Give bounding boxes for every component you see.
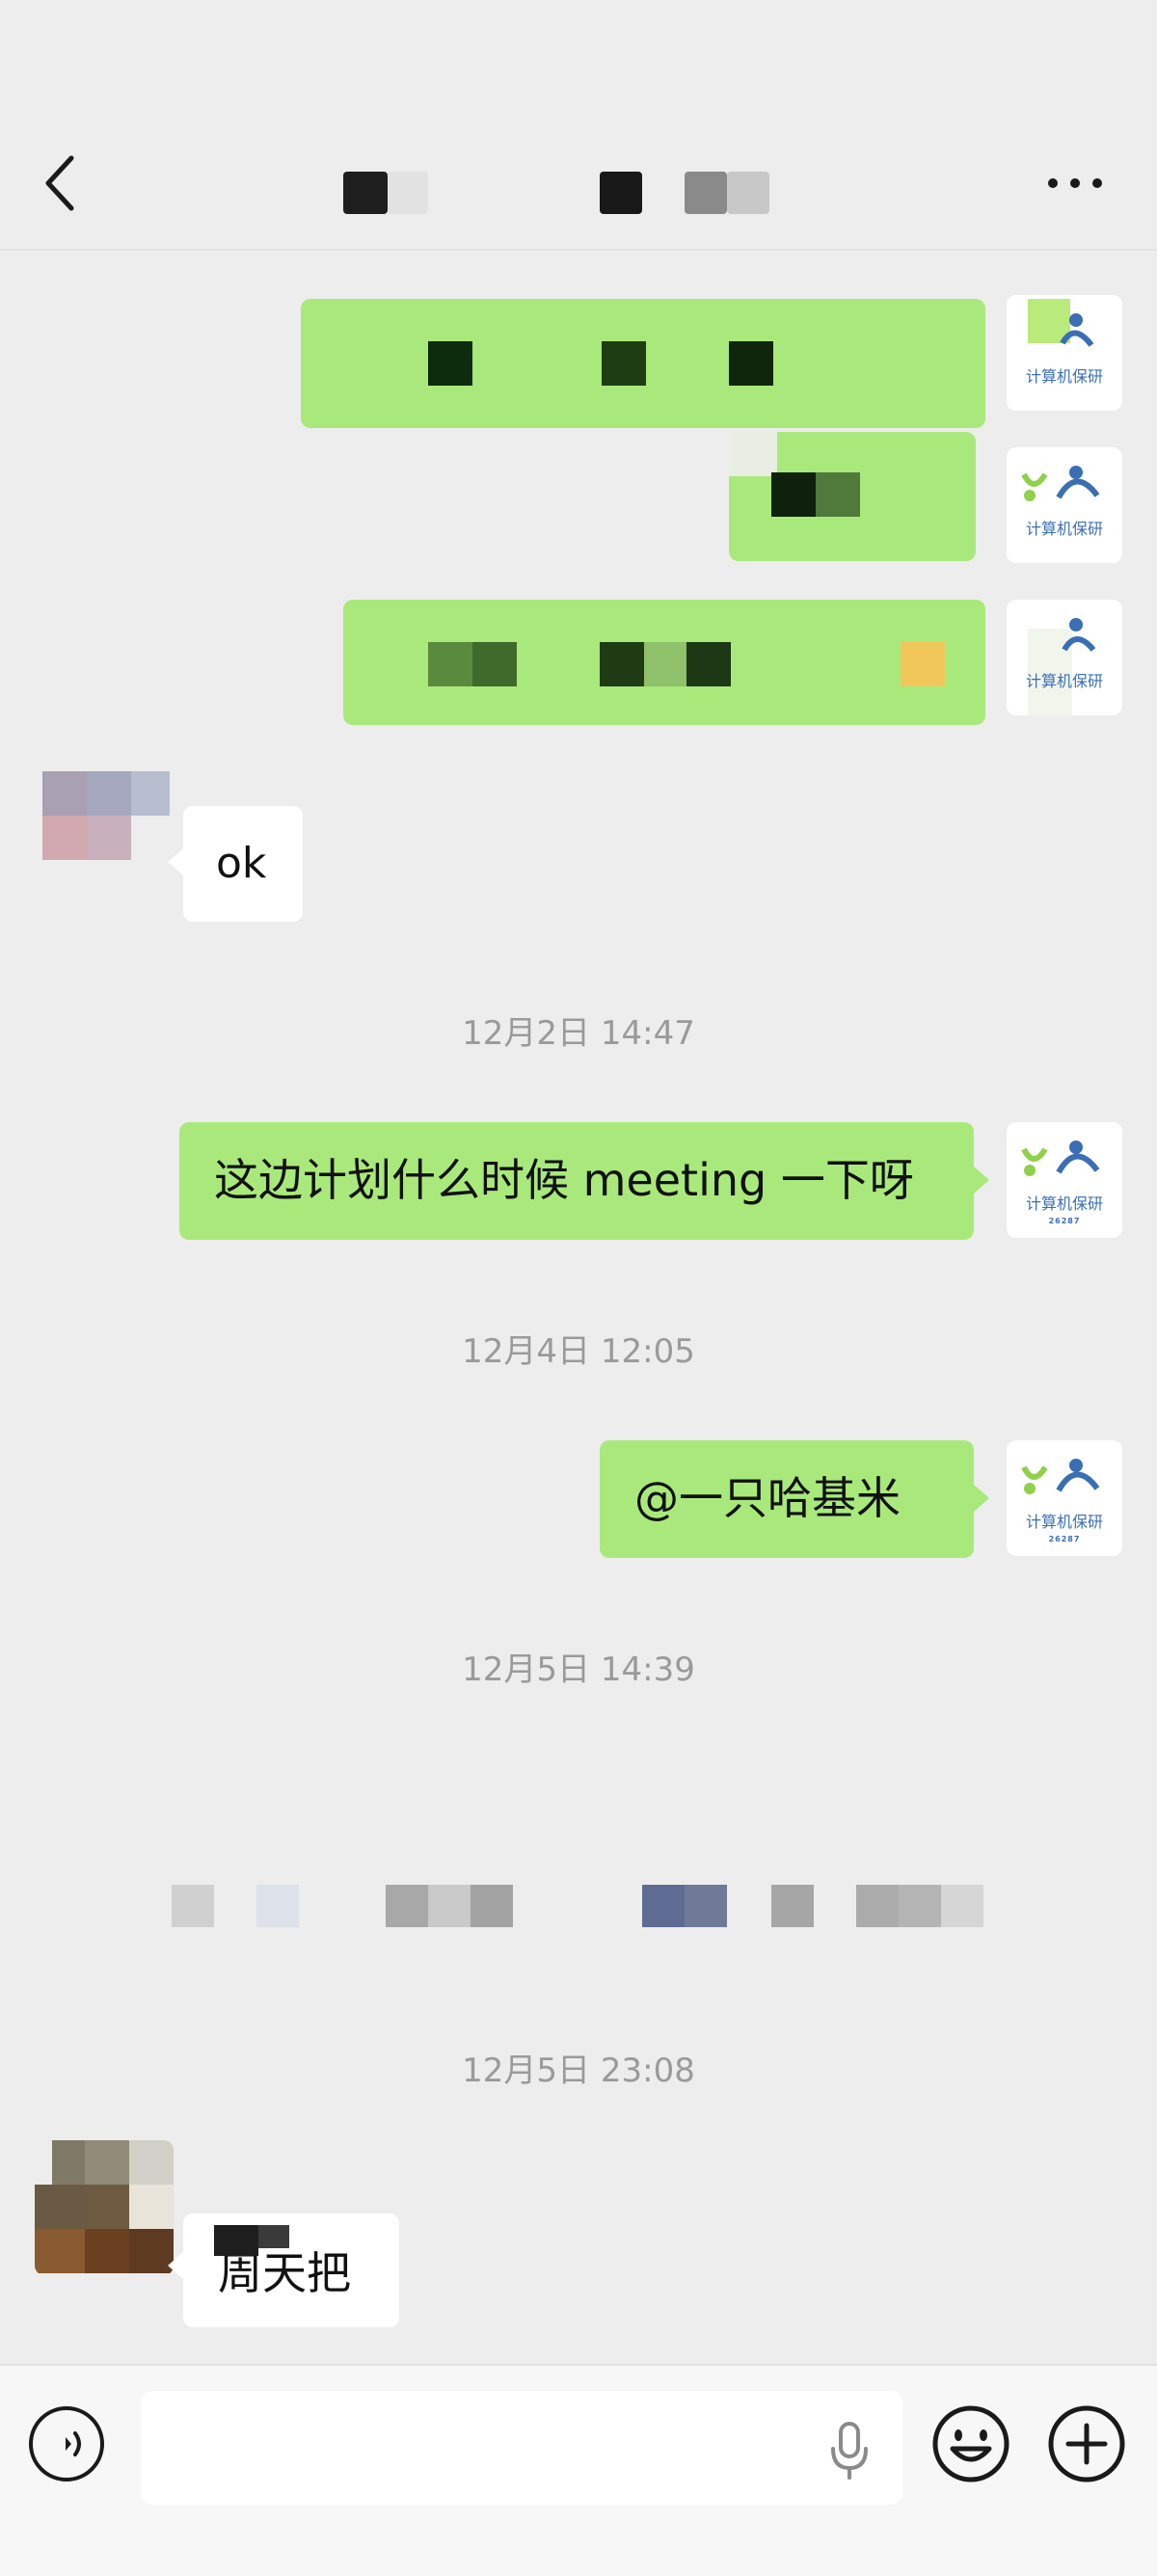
logo-text: 计算机保研 <box>1025 1513 1103 1531</box>
message-bubble-redacted[interactable] <box>301 299 985 428</box>
logo-icon <box>1021 1140 1100 1176</box>
microphone-icon[interactable] <box>827 2420 872 2482</box>
timestamp: 12月5日 23:08 <box>462 2052 695 2090</box>
chevron-left-icon[interactable] <box>39 145 87 222</box>
message-bubble[interactable]: @一只哈基米 <box>600 1440 974 1558</box>
more-dots-icon[interactable] <box>1032 154 1118 212</box>
message-bubble-redacted[interactable] <box>343 600 985 725</box>
logo-icon <box>1021 466 1100 501</box>
message-input[interactable] <box>141 2391 902 2505</box>
bubble-tail <box>168 2252 183 2279</box>
message-bubble[interactable]: ok <box>183 806 303 922</box>
timestamp: 12月2日 14:47 <box>462 1014 695 1053</box>
message-bubble-redacted[interactable] <box>729 432 976 561</box>
self-avatar[interactable]: 计算机保研 <box>1007 295 1122 411</box>
logo-icon <box>1021 1459 1100 1494</box>
plus-icon[interactable] <box>1047 2404 1126 2483</box>
logo-text: 计算机保研 <box>1025 367 1103 386</box>
message-bubble[interactable]: 周天把 <box>183 2214 399 2327</box>
message-text: 这边计划什么时候 meeting 一下呀 <box>214 1154 914 1206</box>
bubble-tail <box>974 1167 989 1194</box>
timestamp: 12月4日 12:05 <box>462 1332 695 1371</box>
self-avatar[interactable]: 计算机保研 26287 <box>1007 1122 1122 1238</box>
logo-icon <box>1060 313 1094 347</box>
emoji-icon[interactable] <box>931 2404 1010 2483</box>
logo-text: 计算机保研 <box>1025 1194 1103 1213</box>
logo-text: 计算机保研 <box>1025 520 1103 538</box>
self-avatar[interactable]: 计算机保研 26287 <box>1007 1440 1122 1556</box>
voice-mode-icon[interactable] <box>29 2406 104 2482</box>
logo-text: 计算机保研 <box>1025 672 1103 690</box>
contact-avatar[interactable] <box>35 2140 174 2275</box>
chat-header <box>0 0 1157 251</box>
logo-subtext: 26287 <box>1048 1217 1081 1225</box>
timestamp: 12月5日 14:39 <box>462 1650 695 1689</box>
logo-subtext: 26287 <box>1048 1535 1081 1543</box>
bubble-tail <box>974 1485 989 1512</box>
contact-avatar[interactable] <box>35 752 170 868</box>
self-avatar[interactable]: 计算机保研 <box>1007 600 1122 715</box>
message-text: ok <box>216 839 267 888</box>
message-text: @一只哈基米 <box>634 1472 901 1524</box>
header-divider <box>0 249 1157 251</box>
logo-icon <box>1062 618 1096 652</box>
bubble-tail <box>168 848 183 875</box>
self-avatar[interactable]: 计算机保研 <box>1007 447 1122 563</box>
message-bubble[interactable]: 这边计划什么时候 meeting 一下呀 <box>179 1122 974 1240</box>
